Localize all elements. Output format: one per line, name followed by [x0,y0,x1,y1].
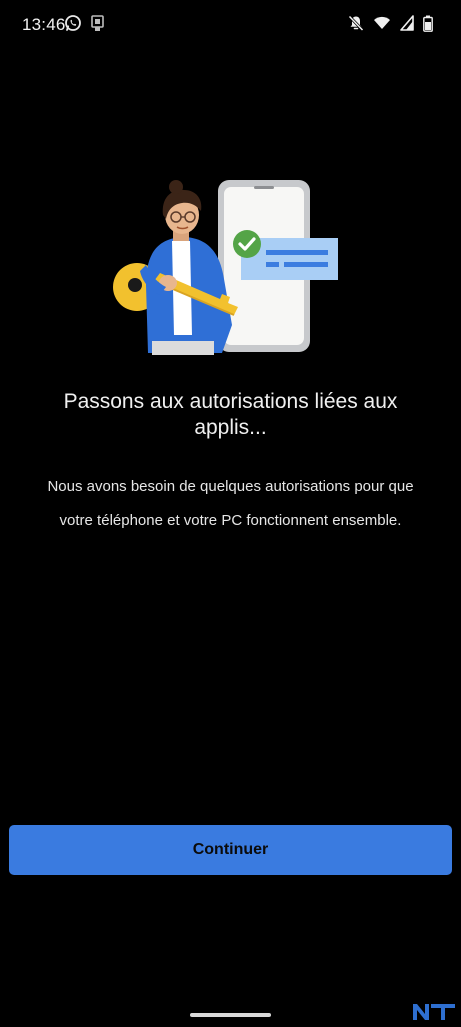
signal-icon [400,15,414,31]
screen-cast-icon [90,14,106,32]
status-time: 13:46 [22,15,66,34]
status-left-icons [64,14,106,32]
battery-icon [423,15,433,32]
home-indicator[interactable] [190,1013,271,1017]
continue-button[interactable]: Continuer [9,825,452,875]
nt-watermark-logo [411,1000,457,1022]
whatsapp-icon [64,14,82,32]
permissions-illustration [110,175,350,360]
wifi-icon [373,15,391,31]
status-right-icons [348,14,433,32]
page-title: Passons aux autorisations liées aux appl… [63,390,398,439]
permissions-description: Nous avons besoin de quelques autorisati… [47,478,414,529]
status-bar: 13:46 [0,0,461,50]
notifications-off-icon [348,14,364,32]
